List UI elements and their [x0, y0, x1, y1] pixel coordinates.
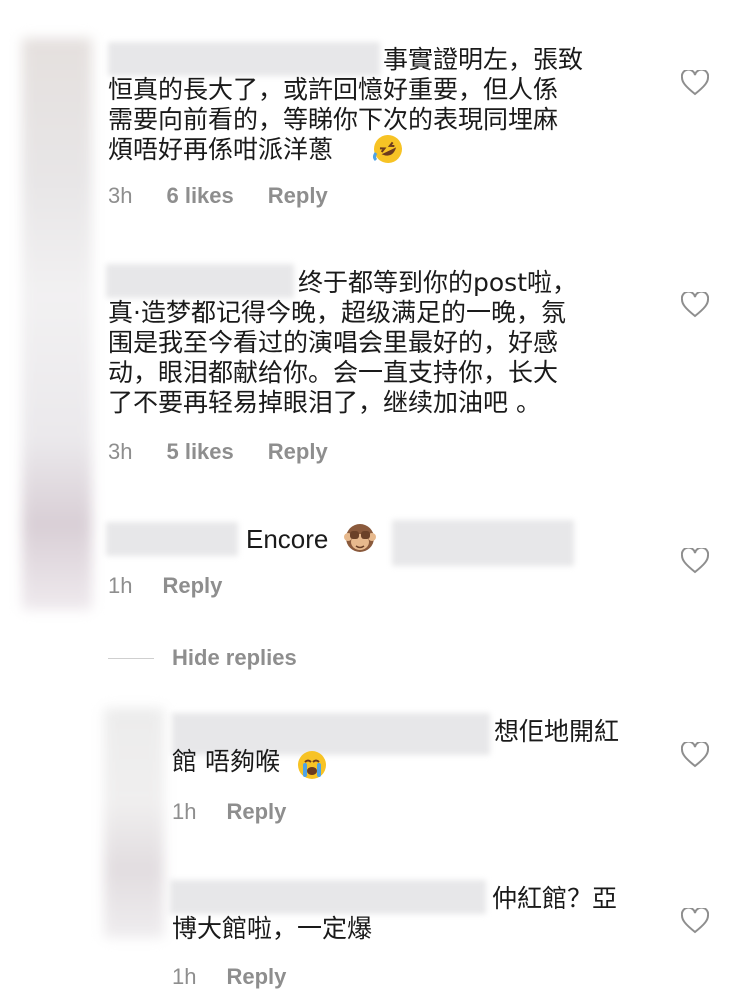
reply-button[interactable]: Reply	[268, 183, 328, 209]
avatar[interactable]	[22, 38, 92, 610]
username-redacted[interactable]	[106, 522, 238, 556]
likes-count[interactable]: 5 likes	[166, 439, 233, 465]
timestamp: 3h	[108, 439, 133, 464]
likes-count[interactable]: 6 likes	[166, 183, 233, 209]
hide-replies-toggle[interactable]: Hide replies	[108, 645, 297, 671]
comment-text: Encore	[246, 524, 329, 554]
reply-text: 想佢地開紅 館 唔夠喉	[172, 717, 620, 776]
comment-meta: 1h Reply	[108, 573, 222, 599]
timestamp: 3h	[108, 183, 133, 208]
comment-text: 事實證明左，張致 恒真的長大了，或許回憶好重要，但人係 需要向前看的，等睇你下次…	[108, 45, 584, 164]
timestamp: 1h	[172, 964, 197, 989]
heart-outline-icon[interactable]	[681, 548, 709, 574]
heart-outline-icon[interactable]	[681, 70, 709, 96]
see-no-evil-monkey-emoji-icon	[343, 521, 377, 560]
timestamp: 1h	[108, 573, 133, 598]
reply-button[interactable]: Reply	[268, 439, 328, 465]
comment-meta: 3h 5 likes Reply	[108, 439, 328, 465]
heart-outline-icon[interactable]	[681, 908, 709, 934]
reply-meta: 1h Reply	[172, 964, 286, 990]
heart-outline-icon[interactable]	[681, 292, 709, 318]
comment-meta: 3h 6 likes Reply	[108, 183, 328, 209]
reply-button[interactable]: Reply	[162, 573, 222, 599]
reply-button[interactable]: Reply	[226, 799, 286, 825]
rofl-emoji-icon	[372, 133, 404, 170]
avatar[interactable]	[104, 708, 164, 938]
reply-text: 仲紅館？亞 博大館啦，一定爆	[172, 884, 618, 943]
divider	[108, 657, 154, 659]
heart-outline-icon[interactable]	[681, 742, 709, 768]
comment-text: 终于都等到你的post啦， 真·造梦都记得今晚，超级满足的一晚，氛 围是我至今看…	[108, 268, 577, 417]
timestamp: 1h	[172, 799, 197, 824]
crying-emoji-icon	[296, 749, 328, 786]
reply-button[interactable]: Reply	[226, 964, 286, 990]
hide-replies-button[interactable]: Hide replies	[172, 645, 297, 671]
reply-meta: 1h Reply	[172, 799, 286, 825]
mention-redacted[interactable]	[392, 520, 574, 566]
